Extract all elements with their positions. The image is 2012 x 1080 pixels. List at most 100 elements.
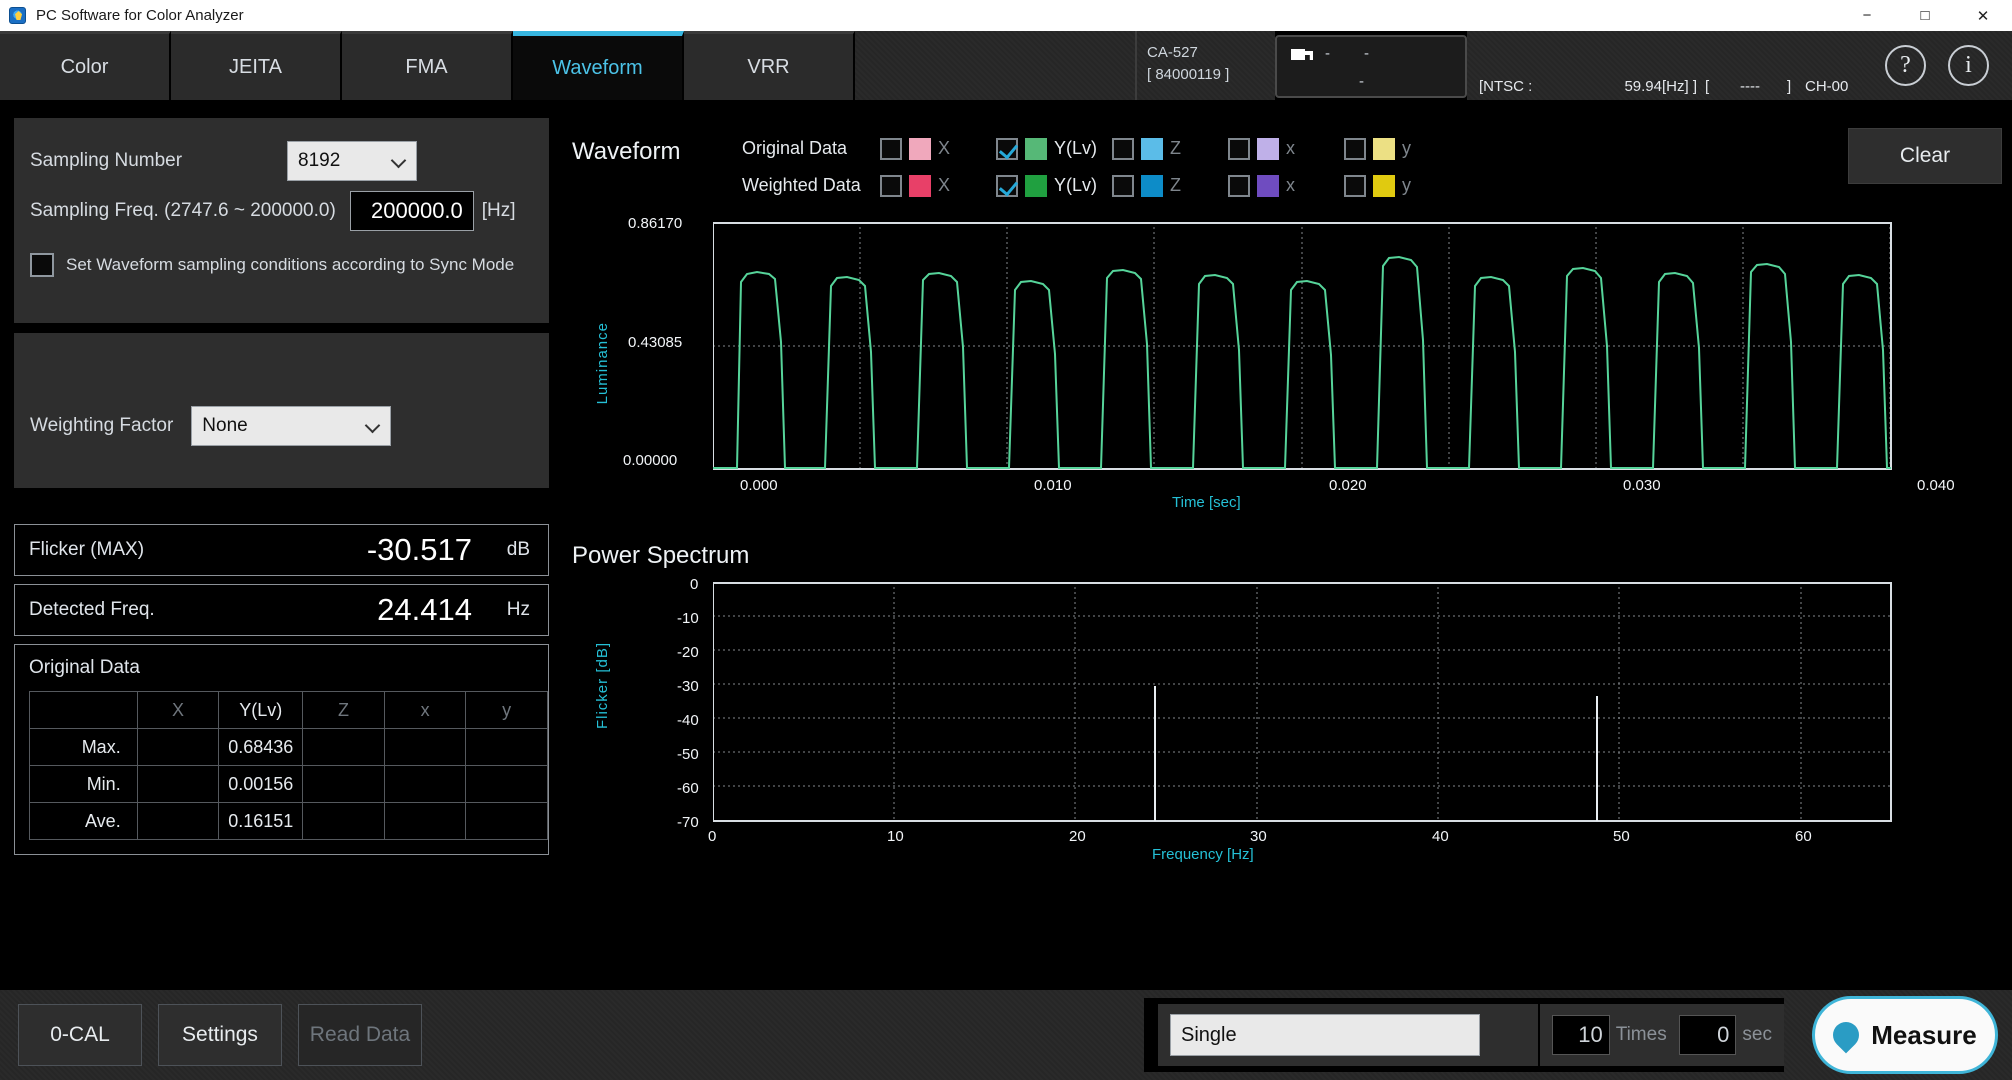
measurement-info: [NTSC : 59.94[Hz] ] [ ---- ] CH-00 [Flic…: [1467, 31, 1862, 209]
application-window: PC Software for Color Analyzer − □ ✕ Col…: [0, 0, 2012, 1080]
sampling-freq-label: Sampling Freq. (2747.6 ~ 200000.0): [30, 200, 336, 221]
row-max-z: [302, 728, 385, 766]
legend-label: Y(Lv): [1054, 138, 1098, 158]
checkbox-icon[interactable]: [1344, 137, 1366, 160]
legend-row-original-label: Original Data: [742, 138, 848, 158]
checkbox-icon[interactable]: [996, 174, 1018, 197]
color-swatch: [909, 137, 931, 160]
header-spacer: [855, 31, 1135, 100]
checkbox-icon[interactable]: [996, 137, 1018, 160]
info-icon[interactable]: i: [1948, 45, 1989, 86]
minimize-button[interactable]: −: [1838, 0, 1896, 31]
checkbox-icon[interactable]: [1228, 137, 1250, 160]
waveform-y-axis-title: Luminance: [594, 322, 611, 405]
read-data-button: Read Data: [298, 1004, 422, 1066]
detected-freq-value: 24.414: [377, 592, 472, 627]
camera-icon: [1291, 47, 1313, 62]
legend-row-original: Original Data X Y(Lv) Z x y: [742, 130, 1460, 167]
row-max-xs: [383, 728, 467, 766]
sampling-number-label: Sampling Number: [30, 150, 183, 171]
col-x-cap: X: [136, 691, 220, 729]
sampling-number-select[interactable]: 8192: [287, 141, 417, 181]
spectrum-ytick-m10: -10: [677, 610, 699, 627]
maximize-button[interactable]: □: [1896, 0, 1954, 31]
spectrum-ytick-m60: -60: [677, 780, 699, 797]
legend-original-x-small[interactable]: x: [1228, 137, 1344, 160]
checkbox-icon[interactable]: [880, 174, 902, 197]
right-charts-column: Waveform Original Data X Y(Lv) Z x y Wei…: [572, 114, 2002, 872]
spectrum-xtick-30: 30: [1250, 828, 1267, 845]
settings-button[interactable]: Settings: [158, 1004, 282, 1066]
times-input[interactable]: 10: [1552, 1015, 1610, 1055]
legend-original-ylv[interactable]: Y(Lv): [996, 137, 1112, 160]
clear-button[interactable]: Clear: [1848, 128, 2002, 184]
legend-weighted-ylv[interactable]: Y(Lv): [996, 174, 1112, 197]
legend-weighted-y-small[interactable]: y: [1344, 174, 1460, 197]
legend-label: Y(Lv): [1054, 175, 1098, 195]
legend-original-z[interactable]: Z: [1112, 137, 1228, 160]
waveform-xtick-4: 0.040: [1917, 477, 1955, 494]
close-button[interactable]: ✕: [1954, 0, 2012, 31]
info-bracket-close: ]: [1787, 78, 1792, 95]
weighting-factor-select[interactable]: None: [191, 405, 392, 446]
help-icon[interactable]: ?: [1885, 45, 1926, 86]
color-swatch: [1025, 137, 1047, 160]
legend-original-y-small[interactable]: y: [1344, 137, 1460, 160]
detected-freq-unit: Hz: [506, 599, 530, 620]
tab-jeita[interactable]: JEITA: [171, 31, 342, 100]
legend-weighted-x-small[interactable]: x: [1228, 174, 1344, 197]
measure-button[interactable]: Measure: [1812, 996, 1998, 1074]
spectrum-xtick-40: 40: [1432, 828, 1449, 845]
checkbox-icon[interactable]: [880, 137, 902, 160]
row-min-ys: [465, 765, 548, 803]
row-max-x: [136, 728, 220, 766]
camera-status-box[interactable]: -- -: [1275, 35, 1467, 98]
waveform-header: Waveform Original Data X Y(Lv) Z x y Wei…: [572, 114, 2002, 204]
legend-label: y: [1402, 138, 1411, 158]
waveform-plot-svg: [713, 222, 1892, 470]
row-ave-key: Ave.: [29, 802, 138, 840]
legend-label: y: [1402, 175, 1411, 195]
chevron-down-icon: [390, 152, 407, 169]
sampling-freq-input[interactable]: 200000.0: [349, 191, 474, 231]
main-body: Sampling Number 8192 Sampling Freq. (274…: [0, 104, 2012, 1080]
spectrum-ytick-0: 0: [690, 576, 699, 593]
measure-mode-select[interactable]: Single: [1170, 1014, 1480, 1056]
color-swatch: [1141, 174, 1163, 197]
camera-row1-left: -: [1325, 45, 1364, 62]
row-min-x: [136, 765, 220, 803]
tab-fma[interactable]: FMA: [342, 31, 513, 100]
times-label: Times: [1615, 1024, 1667, 1045]
color-swatch: [909, 174, 931, 197]
spectrum-xtick-0: 0: [708, 828, 717, 845]
checkbox-icon[interactable]: [1344, 174, 1366, 197]
tab-waveform[interactable]: Waveform: [513, 31, 684, 100]
legend-original-x[interactable]: X: [880, 137, 996, 160]
waveform-ytick-top: 0.86170: [628, 215, 683, 232]
checkbox-icon[interactable]: [1112, 137, 1134, 160]
legend-weighted-z[interactable]: Z: [1112, 174, 1228, 197]
checkbox-icon[interactable]: [1228, 174, 1250, 197]
power-spectrum-title: Power Spectrum: [572, 542, 750, 569]
checkbox-icon[interactable]: [1112, 174, 1134, 197]
zero-cal-button[interactable]: 0-CAL: [18, 1004, 142, 1066]
legend-label: Z: [1170, 175, 1181, 195]
tab-color[interactable]: Color: [0, 31, 171, 100]
legend-weighted-x[interactable]: X: [880, 174, 996, 197]
spectrum-ytick-m20: -20: [677, 644, 699, 661]
detected-freq-row: Detected Freq. 24.414 Hz: [14, 584, 549, 636]
measure-count-box: 10 Times 0 sec: [1540, 1004, 1784, 1066]
spectrum-xtick-50: 50: [1613, 828, 1630, 845]
row-min-y: 0.00156: [218, 765, 304, 803]
camera-row1-right: -: [1364, 45, 1403, 62]
interval-input[interactable]: 0: [1678, 1015, 1737, 1055]
tab-vrr[interactable]: VRR: [684, 31, 855, 100]
measure-mode-value: Single: [1181, 1023, 1237, 1046]
spectrum-xtick-60: 60: [1795, 828, 1812, 845]
waveform-ytick-bot: 0.00000: [623, 452, 678, 469]
sync-mode-checkbox[interactable]: [30, 253, 54, 277]
flicker-max-value: -30.517: [366, 532, 472, 567]
spectrum-ytick-m40: -40: [677, 712, 699, 729]
legend-row-weighted-label: Weighted Data: [742, 175, 861, 195]
spectrum-xtick-10: 10: [887, 828, 904, 845]
